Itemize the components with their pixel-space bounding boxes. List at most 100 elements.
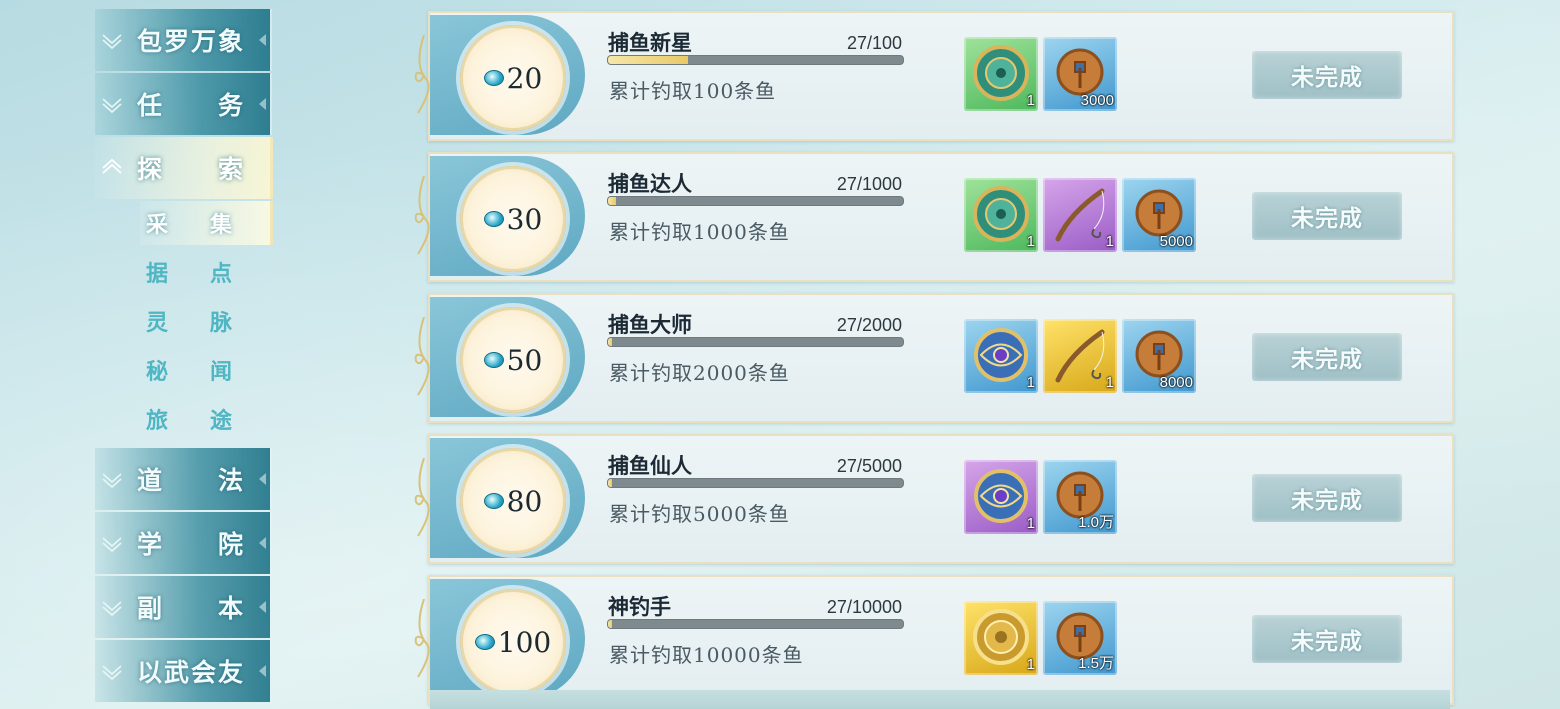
progress-bar-fill	[608, 56, 688, 64]
nav-end-marker	[259, 473, 266, 485]
reward-quantity: 5000	[1159, 233, 1193, 250]
sidebar-subitem-leyline[interactable]: 灵脉	[140, 299, 270, 343]
status-button[interactable]: 未完成	[1252, 615, 1402, 663]
sidebar-subitem-label: 旅途	[146, 408, 234, 434]
sidebar-subitem-gather[interactable]: 采集	[140, 201, 273, 245]
sidebar-subitem-label: 灵脉	[146, 310, 234, 336]
status-label: 未完成	[1291, 487, 1363, 514]
progress-count: 27/10000	[826, 597, 902, 617]
sidebar-subitem-stronghold[interactable]: 据点	[140, 250, 270, 294]
progress-bar-fill	[608, 479, 613, 487]
reward-item[interactable]: 1	[964, 319, 1038, 393]
progress-count: 27/100	[846, 33, 902, 53]
achievement-title: 捕鱼达人	[608, 171, 692, 196]
reward-item[interactable]: 1.5万	[1043, 601, 1117, 675]
progress-bar	[607, 619, 904, 629]
reward-item[interactable]: 1	[964, 178, 1038, 252]
progress-count: 27/1000	[836, 174, 902, 194]
status-button[interactable]: 未完成	[1252, 192, 1402, 240]
ribbon-icon	[414, 35, 430, 114]
reward-item[interactable]: 3000	[1043, 37, 1117, 111]
reward-list: 1 1.5万	[964, 601, 1117, 677]
reward-item[interactable]: 1	[1043, 178, 1117, 252]
ribbon-icon	[414, 599, 430, 678]
achievement-title: 神钓手	[608, 594, 671, 619]
sidebar-item-explore[interactable]: 探索	[95, 137, 273, 199]
reward-quantity: 1	[1026, 92, 1035, 109]
points-medal: 20	[414, 15, 585, 135]
chevron-down-icon	[97, 464, 127, 494]
status-label: 未完成	[1291, 64, 1363, 91]
points-badge: 30	[460, 166, 566, 272]
reward-item[interactable]: 1	[964, 601, 1038, 675]
points-value: 20	[506, 61, 543, 95]
points-medal: 100	[414, 579, 585, 699]
achievement-title: 捕鱼仙人	[608, 453, 692, 478]
jade-gem-icon	[483, 493, 504, 509]
progress-bar	[607, 196, 904, 206]
sidebar-subitem-journey[interactable]: 旅途	[140, 397, 270, 441]
sidebar-item-label: 副本	[137, 594, 245, 623]
reward-item[interactable]: 1	[964, 460, 1038, 534]
reward-item[interactable]: 8000	[1122, 319, 1196, 393]
ribbon-icon	[414, 317, 430, 396]
status-button[interactable]: 未完成	[1252, 51, 1402, 99]
achievement-description: 累计钓取1000条鱼	[609, 220, 790, 244]
reward-quantity: 1	[1026, 515, 1035, 532]
chevron-down-icon	[97, 25, 127, 55]
sidebar-item-compendium[interactable]: 包罗万象	[95, 9, 272, 71]
ribbon-icon	[414, 176, 430, 255]
reward-item[interactable]: 1	[1043, 319, 1117, 393]
points-badge: 20	[460, 25, 566, 131]
achievement-title: 捕鱼新星	[608, 30, 692, 55]
chevron-up-icon	[97, 153, 127, 183]
reward-quantity: 3000	[1080, 92, 1114, 109]
sidebar-item-label: 学院	[137, 530, 245, 559]
progress-bar	[607, 55, 904, 65]
sidebar-subitem-label: 采集	[146, 212, 234, 238]
reward-quantity: 1	[1026, 656, 1035, 673]
points-medal: 30	[414, 156, 585, 276]
sidebar-item-dao[interactable]: 道法	[95, 448, 272, 510]
points-badge: 80	[460, 448, 566, 554]
status-button[interactable]: 未完成	[1252, 474, 1402, 522]
sidebar-item-tasks[interactable]: 任务	[95, 73, 272, 135]
sidebar-item-label: 道法	[137, 466, 245, 495]
achievement-description: 累计钓取10000条鱼	[609, 643, 804, 667]
jade-gem-icon	[483, 70, 504, 86]
reward-item[interactable]: 1.0万	[1043, 460, 1117, 534]
progress-count: 27/2000	[836, 315, 902, 335]
reward-quantity: 1	[1026, 233, 1035, 250]
status-button[interactable]: 未完成	[1252, 333, 1402, 381]
sidebar-item-martial-friends[interactable]: 以武会友	[95, 640, 272, 702]
progress-bar	[607, 478, 904, 488]
reward-list: 1 3000	[964, 37, 1117, 113]
sidebar-subitem-label: 秘闻	[146, 359, 234, 385]
reward-list: 1 1.0万	[964, 460, 1117, 536]
nav-end-marker	[259, 537, 266, 549]
status-label: 未完成	[1291, 346, 1363, 373]
sidebar: 包罗万象 任务 探索 采集 据点 灵脉 秘闻 旅途 道法 学院 副本 以武会友	[0, 0, 300, 709]
reward-quantity: 8000	[1159, 374, 1193, 391]
achievement-description: 累计钓取5000条鱼	[609, 502, 790, 526]
reward-list: 1 1 8000	[964, 319, 1196, 395]
reward-item[interactable]: 1	[964, 37, 1038, 111]
ribbon-icon	[414, 458, 430, 537]
reward-item[interactable]: 5000	[1122, 178, 1196, 252]
achievement-description: 累计钓取100条鱼	[609, 79, 777, 103]
sidebar-item-dungeon[interactable]: 副本	[95, 576, 272, 638]
sidebar-subitem-label: 据点	[146, 261, 234, 287]
progress-bar-fill	[608, 620, 613, 628]
list-bottom-edge	[430, 690, 1450, 709]
points-value: 50	[506, 343, 543, 377]
sidebar-item-academy[interactable]: 学院	[95, 512, 272, 574]
points-value: 80	[506, 484, 543, 518]
chevron-down-icon	[97, 592, 127, 622]
progress-bar-fill	[608, 338, 613, 346]
points-medal: 50	[414, 297, 585, 417]
achievement-row: 50 捕鱼大师 27/2000 累计钓取2000条鱼 1 1 8000 未完成	[414, 293, 1454, 423]
achievement-description: 累计钓取2000条鱼	[609, 361, 790, 385]
points-badge: 50	[460, 307, 566, 413]
jade-gem-icon	[483, 211, 504, 227]
sidebar-subitem-secrets[interactable]: 秘闻	[140, 348, 270, 392]
